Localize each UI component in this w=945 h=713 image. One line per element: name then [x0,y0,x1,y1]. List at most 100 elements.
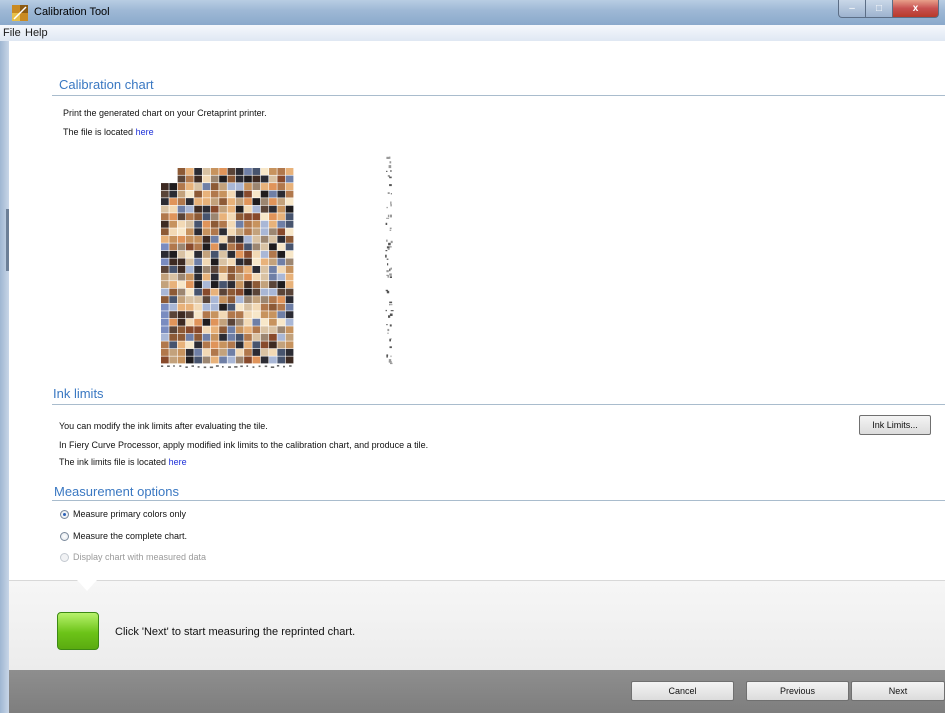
calibration-strip-preview [385,156,394,365]
chart-patch [210,296,219,304]
strip-mark [386,258,389,260]
maximize-button[interactable]: □ [866,0,893,18]
chart-patch [177,183,186,191]
chart-patch [285,266,294,273]
chart-patch [177,311,186,319]
strip-mark [386,290,390,294]
chart-patch [185,273,194,281]
strip-mark [387,175,390,177]
chart-patch [202,266,211,273]
chart-patch [227,311,236,319]
calibration-file-link[interactable]: here [136,127,154,137]
chart-patch [277,296,286,304]
chart-patch [285,296,294,304]
menu-file[interactable]: File [3,27,21,39]
strip-mark [389,268,391,272]
ink-limits-button[interactable]: Ink Limits... [859,415,931,435]
measure-complete-option[interactable]: Measure the complete chart. [60,531,187,541]
chart-patch [260,318,269,326]
strip-mark [386,156,390,159]
chart-patch [202,303,211,311]
ink-limits-file-link[interactable]: here [169,457,187,467]
measure-primary-option[interactable]: Measure primary colors only [60,509,186,519]
previous-button[interactable]: Previous [746,681,849,701]
chart-patch [277,228,286,236]
chart-patch [194,326,202,334]
chart-patch [269,348,277,356]
chart-patch [227,288,236,296]
chart-patch [227,168,236,175]
chart-patch [235,183,244,191]
chart-patch [194,183,202,191]
strip-mark [389,304,393,306]
chart-patch [227,175,236,183]
chart-patch [161,318,169,326]
ink-limits-title: Ink limits [53,386,104,401]
marker-dot [173,365,175,367]
strip-mark [386,354,389,357]
chart-patch [227,198,236,206]
chart-patch [219,228,227,236]
measure-primary-radio[interactable] [60,509,69,519]
chart-patch [285,333,294,341]
cancel-button[interactable]: Cancel [631,681,734,701]
chart-patch [177,318,186,326]
chart-patch [252,273,261,281]
chart-patch [177,198,186,206]
chart-patch [194,250,202,258]
chart-patch [227,326,236,334]
chart-patch [210,288,219,296]
chart-patch [202,296,211,304]
chart-patch [269,175,277,183]
status-panel: Click 'Next' to start measuring the repr… [9,580,945,671]
chart-patch [285,220,294,228]
chart-patch [210,228,219,236]
chart-patch [210,326,219,334]
chart-patch [185,333,194,341]
chart-patch [260,243,269,251]
chart-patch [285,303,294,311]
marker-dot [167,365,170,367]
chart-patch [285,168,294,175]
chart-patch [244,235,252,243]
measure-complete-radio[interactable] [60,531,69,541]
chart-patch [252,250,261,258]
strip-mark [385,250,388,252]
chart-patch [244,341,252,349]
chart-patch [202,175,211,183]
marker-dot [222,366,224,368]
chart-patch [194,220,202,228]
chart-patch [277,258,286,266]
chart-patch [227,333,236,341]
chart-patch [252,311,261,319]
chart-patch [177,250,186,258]
chart-patch [269,303,277,311]
chart-patch [185,205,194,213]
chart-patch [260,190,269,198]
chart-patch [169,273,178,281]
strip-mark [389,324,392,327]
strip-mark [389,184,392,187]
next-button[interactable]: Next [851,681,945,701]
menu-help[interactable]: Help [25,27,48,39]
chart-patch [244,281,252,289]
strip-mark [387,328,390,332]
chart-patch [219,273,227,281]
chart-patch [185,243,194,251]
chart-patch [235,348,244,356]
chart-patch [252,333,261,341]
chart-patch [185,168,194,175]
strip-mark [389,227,392,230]
chart-patch [202,183,211,191]
close-button[interactable]: x [893,0,939,18]
chart-patch [235,198,244,206]
chart-patch [260,175,269,183]
chart-patch [227,318,236,326]
chart-patch [269,213,277,221]
chart-patch [277,168,286,175]
app-icon [12,5,28,21]
calibration-chart-title: Calibration chart [59,77,154,92]
strip-mark [385,254,387,258]
minimize-button[interactable]: – [838,0,866,18]
chart-patch [169,235,178,243]
